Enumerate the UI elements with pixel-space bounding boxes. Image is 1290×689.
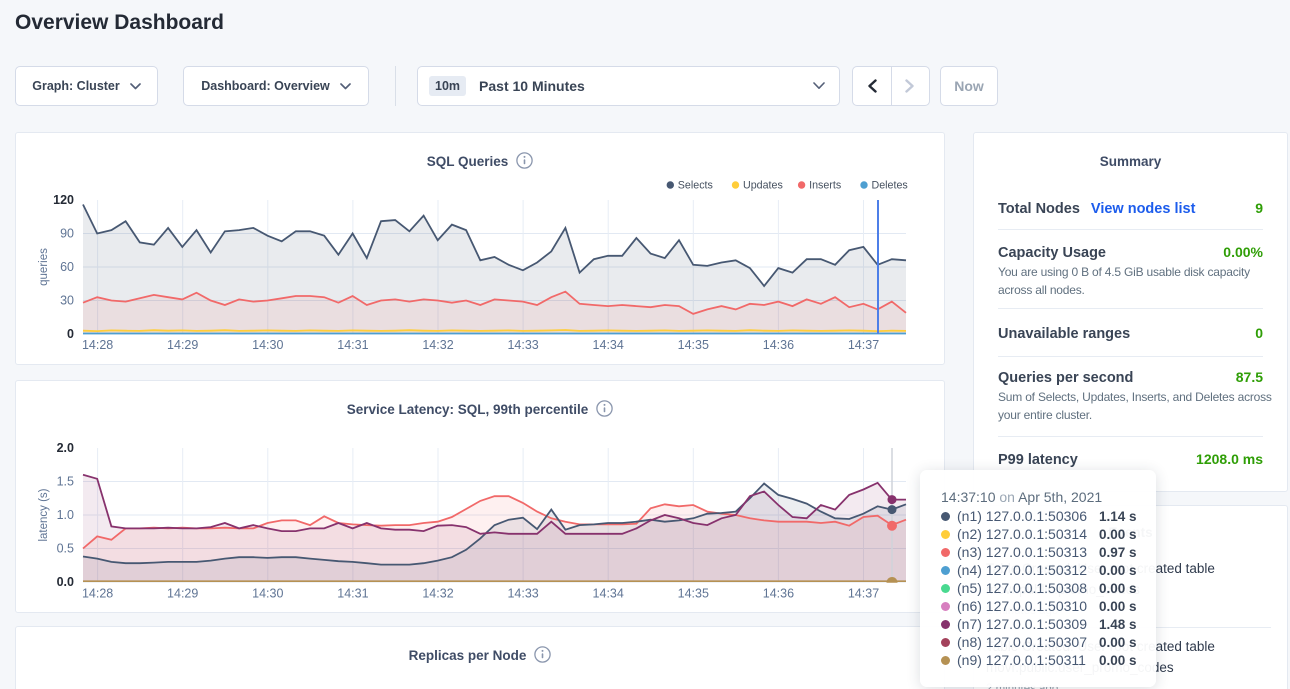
svg-text:120: 120 <box>53 193 74 207</box>
svg-text:1.0: 1.0 <box>57 508 74 522</box>
svg-text:Selects: Selects <box>678 180 713 192</box>
svg-text:14:33: 14:33 <box>507 338 538 352</box>
svg-text:0: 0 <box>67 327 74 341</box>
svg-text:queries: queries <box>38 248 50 286</box>
svg-text:90: 90 <box>60 227 74 241</box>
svg-text:Updates: Updates <box>743 180 783 192</box>
svg-text:14:32: 14:32 <box>422 587 453 601</box>
svg-text:14:35: 14:35 <box>678 338 709 352</box>
svg-text:14:33: 14:33 <box>507 587 538 601</box>
svg-text:Deletes: Deletes <box>872 180 908 192</box>
svg-text:14:30: 14:30 <box>252 587 283 601</box>
svg-text:14:32: 14:32 <box>422 338 453 352</box>
svg-text:14:29: 14:29 <box>167 338 198 352</box>
svg-text:14:28: 14:28 <box>82 587 113 601</box>
svg-text:latency (s): latency (s) <box>38 488 50 541</box>
svg-text:14:37: 14:37 <box>848 587 879 601</box>
svg-text:14:29: 14:29 <box>167 587 198 601</box>
svg-text:14:31: 14:31 <box>337 338 368 352</box>
svg-text:14:36: 14:36 <box>763 338 794 352</box>
svg-text:0.5: 0.5 <box>57 542 74 556</box>
svg-text:30: 30 <box>60 294 74 308</box>
svg-text:14:35: 14:35 <box>678 587 709 601</box>
svg-text:14:31: 14:31 <box>337 587 368 601</box>
svg-text:14:37: 14:37 <box>848 338 879 352</box>
svg-text:60: 60 <box>60 260 74 274</box>
svg-text:14:34: 14:34 <box>593 338 624 352</box>
svg-text:0.0: 0.0 <box>57 575 74 589</box>
svg-text:14:28: 14:28 <box>82 338 113 352</box>
svg-text:14:30: 14:30 <box>252 338 283 352</box>
svg-text:Inserts: Inserts <box>809 180 841 192</box>
svg-text:1.5: 1.5 <box>57 475 74 489</box>
svg-text:14:36: 14:36 <box>763 587 794 601</box>
svg-text:14:34: 14:34 <box>593 587 624 601</box>
svg-text:2.0: 2.0 <box>57 441 74 455</box>
